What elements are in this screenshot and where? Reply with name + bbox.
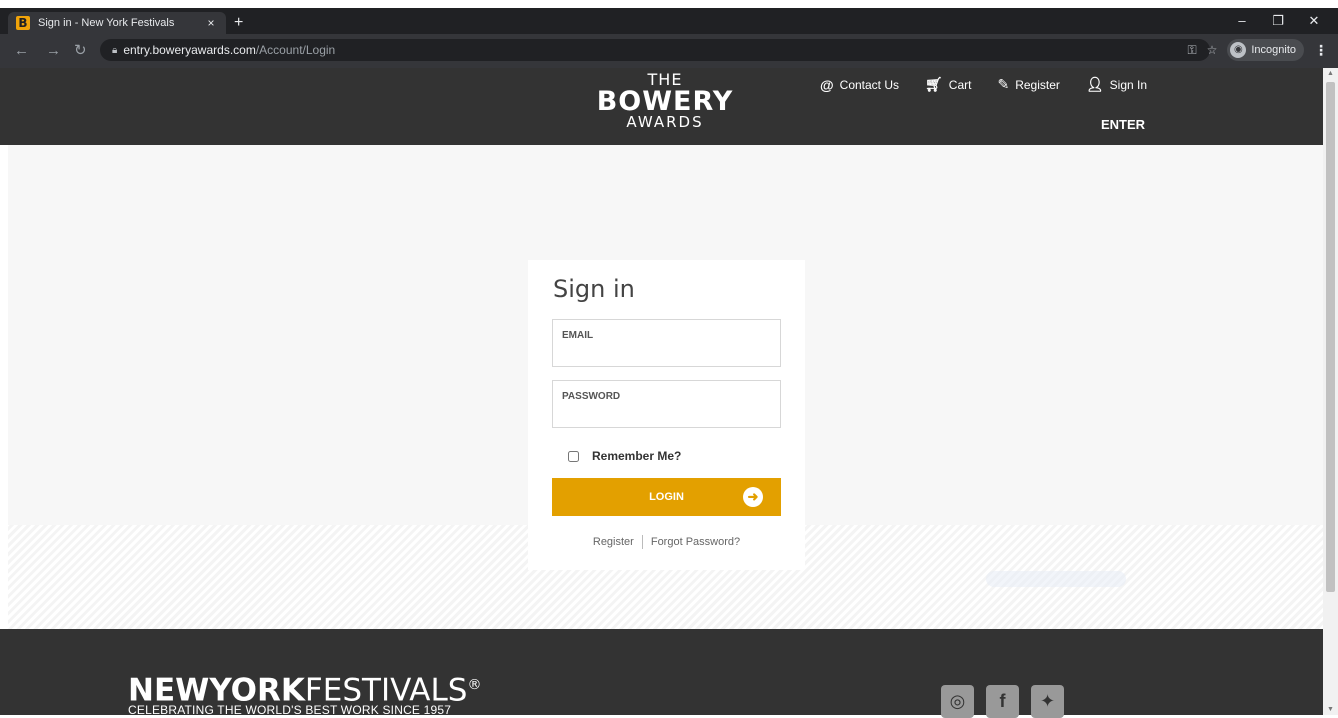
facebook-icon[interactable]: f bbox=[986, 685, 1019, 718]
key-icon[interactable]: ⚿ bbox=[1187, 43, 1196, 58]
new-tab-button[interactable]: + bbox=[234, 14, 243, 32]
nyf-logo[interactable]: NEWYORKFESTIVALS® bbox=[128, 669, 481, 706]
close-tab-icon[interactable]: × bbox=[204, 16, 218, 30]
login-label: LOGIN bbox=[649, 491, 684, 503]
site-footer: NEWYORKFESTIVALS® CELEBRATING THE WORLD'… bbox=[0, 629, 1323, 718]
edit-icon: ✎ bbox=[997, 76, 1010, 92]
auth-links: Register Forgot Password? bbox=[552, 535, 781, 549]
forgot-password-link[interactable]: Forgot Password? bbox=[651, 536, 740, 548]
address-bar-actions: ⚿ ☆ ◉ Incognito ⋮ bbox=[1187, 39, 1328, 61]
browser-address-bar: ← → ↻ 🔒︎ entry.boweryawards.com/Account/… bbox=[0, 34, 1338, 68]
url-input[interactable]: 🔒︎ entry.boweryawards.com/Account/Login bbox=[100, 39, 1210, 61]
browser-tab-bar: B Sign in - New York Festivals × + – ❐ ✕ bbox=[0, 8, 1338, 34]
password-label: PASSWORD bbox=[562, 391, 621, 402]
star-icon[interactable]: ☆ bbox=[1207, 43, 1218, 57]
nav-label: Cart bbox=[948, 77, 972, 92]
tab-title: Sign in - New York Festivals bbox=[38, 17, 175, 29]
nav-label: Contact Us bbox=[839, 77, 900, 92]
remember-me-checkbox[interactable] bbox=[568, 450, 579, 462]
nav-contact-us[interactable]: @ Contact Us bbox=[820, 76, 899, 93]
nav-label: Register bbox=[1015, 77, 1060, 92]
nav-register[interactable]: ✎ Register bbox=[997, 76, 1059, 93]
favicon-icon: B bbox=[16, 16, 30, 30]
link-separator bbox=[641, 535, 643, 549]
incognito-icon: ◉ bbox=[1230, 42, 1247, 58]
restore-icon[interactable]: ❐ bbox=[1260, 10, 1296, 32]
page-scrollbar[interactable]: ▲ ▼ bbox=[1323, 68, 1338, 715]
nav-label: Sign In bbox=[1109, 77, 1148, 92]
email-field-box[interactable]: EMAIL bbox=[552, 319, 781, 367]
password-input[interactable] bbox=[561, 405, 771, 423]
cart-icon: 🛒︎ bbox=[925, 76, 943, 92]
social-links: ◎ f ✦ bbox=[941, 685, 1064, 718]
logo-awards: AWARDS bbox=[626, 113, 704, 131]
twitter-icon[interactable]: ✦ bbox=[1031, 685, 1064, 718]
scroll-down-icon[interactable]: ▼ bbox=[1327, 706, 1334, 713]
nav-sign-in[interactable]: 👤︎ Sign In bbox=[1086, 76, 1147, 93]
remember-me[interactable]: Remember Me? bbox=[568, 449, 681, 463]
faint-badge bbox=[986, 571, 1126, 587]
bowery-awards-logo[interactable]: THE BOWERY AWARDS bbox=[580, 72, 750, 130]
login-button[interactable]: LOGIN ➜ bbox=[552, 478, 781, 516]
user-icon: 👤︎ bbox=[1085, 76, 1104, 92]
at-icon: @ bbox=[820, 76, 834, 93]
forward-icon[interactable]: → bbox=[46, 42, 61, 60]
back-icon[interactable]: ← bbox=[14, 42, 29, 60]
logo-main: BOWERY bbox=[596, 86, 734, 117]
nav-cart[interactable]: 🛒︎ Cart bbox=[925, 76, 971, 93]
site-header: THE BOWERY AWARDS @ Contact Us 🛒︎ Cart ✎… bbox=[0, 68, 1323, 145]
incognito-badge[interactable]: ◉ Incognito bbox=[1227, 39, 1304, 61]
top-nav: @ Contact Us 🛒︎ Cart ✎ Register 👤︎ Sign … bbox=[820, 76, 1147, 93]
url-path: /Account/Login bbox=[255, 43, 336, 57]
minimize-icon[interactable]: – bbox=[1224, 10, 1260, 32]
url-host: entry.boweryawards.com bbox=[123, 43, 256, 57]
window-controls: – ❐ ✕ bbox=[1224, 10, 1332, 32]
remember-me-label: Remember Me? bbox=[592, 449, 682, 463]
register-link[interactable]: Register bbox=[593, 536, 634, 548]
nav-enter[interactable]: ENTER bbox=[1101, 117, 1145, 132]
reload-icon[interactable]: ↻ bbox=[74, 42, 87, 60]
email-input[interactable] bbox=[561, 344, 771, 362]
top-strip bbox=[0, 0, 1338, 8]
scroll-up-icon[interactable]: ▲ bbox=[1327, 70, 1334, 77]
menu-icon[interactable]: ⋮ bbox=[1314, 42, 1328, 59]
incognito-label: Incognito bbox=[1251, 44, 1296, 56]
instagram-icon[interactable]: ◎ bbox=[941, 685, 974, 718]
page-title: Sign in bbox=[553, 275, 635, 303]
registered-mark: ® bbox=[467, 677, 482, 693]
arrow-right-icon: ➜ bbox=[743, 487, 763, 507]
password-field-box[interactable]: PASSWORD bbox=[552, 380, 781, 428]
scrollbar-thumb[interactable] bbox=[1326, 82, 1335, 592]
lock-icon: 🔒︎ bbox=[112, 44, 118, 56]
email-label: EMAIL bbox=[562, 330, 594, 341]
close-window-icon[interactable]: ✕ bbox=[1296, 10, 1332, 32]
browser-tab[interactable]: B Sign in - New York Festivals × bbox=[8, 12, 226, 34]
